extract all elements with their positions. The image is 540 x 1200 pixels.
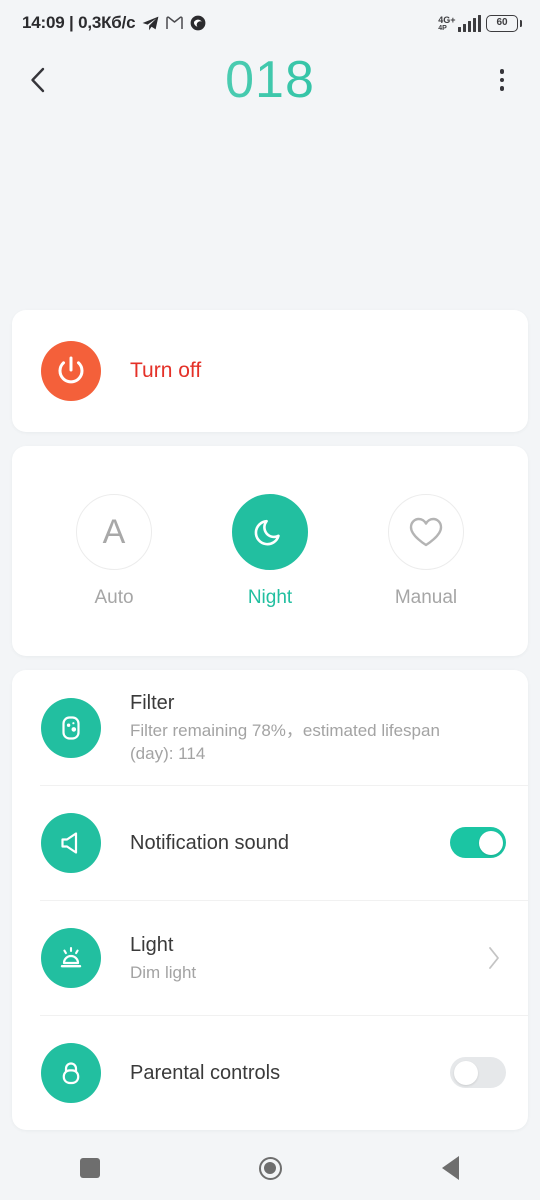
nav-back-button[interactable]	[360, 1156, 540, 1180]
turn-off-card[interactable]: Turn off	[12, 310, 528, 432]
setting-subtitle-light: Dim light	[130, 962, 197, 982]
app-bar: 018	[0, 46, 540, 114]
setting-title-light: Light	[130, 933, 174, 956]
power-icon	[41, 341, 101, 401]
setting-title-filter: Filter	[130, 692, 175, 714]
status-clock: 14:09 | 0,3Кб/с	[22, 13, 136, 32]
mode-label-manual: Manual	[394, 586, 458, 608]
page-title: 018	[0, 52, 540, 108]
chevron-right-icon[interactable]	[482, 946, 506, 970]
status-bar: 14:09 | 0,3Кб/с 4G+ 4P 60	[0, 0, 540, 46]
setting-subtitle-filter: Filter remaining 78%，estimated lifespan …	[130, 721, 440, 763]
setting-text-parental-controls: Parental controls	[130, 1060, 450, 1086]
network-gen-text: 4G+	[438, 14, 456, 25]
setting-title-parental-controls: Parental controls	[130, 1061, 281, 1084]
mode-option-night[interactable]: Night	[215, 493, 325, 609]
turn-off-label: Turn off	[130, 359, 202, 382]
nav-home-button[interactable]	[180, 1156, 360, 1180]
brightness-icon	[41, 927, 101, 988]
circle-icon	[258, 1156, 282, 1180]
nav-recents-button[interactable]	[0, 1158, 180, 1178]
setting-row-light[interactable]: Light Dim light	[12, 900, 528, 1015]
mode-option-manual[interactable]: Manual	[371, 493, 481, 609]
lock-icon	[41, 1042, 101, 1103]
moon-icon	[232, 493, 308, 570]
gmail-icon	[166, 16, 184, 30]
square-icon	[80, 1158, 100, 1178]
app-icon	[190, 15, 206, 31]
setting-text-filter: Filter Filter remaining 78%，estimated li…	[130, 690, 506, 765]
settings-card: Filter Filter remaining 78%，estimated li…	[12, 670, 528, 1130]
mode-label-night: Night	[247, 586, 293, 608]
telegram-icon	[142, 16, 159, 31]
signal-indicator: 4G+ 4P	[438, 14, 481, 32]
battery-level-text: 60	[496, 17, 508, 28]
setting-row-notification-sound[interactable]: Notification sound	[12, 785, 528, 900]
mode-option-auto[interactable]: A Auto	[59, 493, 169, 609]
mode-selector-card: A Auto Night Manual	[12, 446, 528, 656]
battery-icon: 60	[486, 14, 522, 32]
network-type-label: 4G+ 4P	[438, 14, 456, 32]
setting-title-notification-sound: Notification sound	[130, 831, 289, 854]
chevron-left-icon	[31, 67, 45, 93]
mode-label-auto: Auto	[94, 586, 134, 608]
heart-icon	[388, 493, 464, 570]
more-vertical-icon[interactable]	[484, 62, 520, 98]
status-bar-right: 4G+ 4P 60	[438, 14, 522, 32]
triangle-back-icon	[441, 1156, 459, 1180]
main-content: Turn off A Auto Night Manual Filter Filt…	[0, 310, 540, 1130]
letter-a-icon: A	[76, 493, 152, 570]
setting-text-notification-sound: Notification sound	[130, 830, 450, 856]
setting-row-filter[interactable]: Filter Filter remaining 78%，estimated li…	[12, 670, 528, 785]
filter-icon	[41, 697, 101, 758]
network-sub-text: 4P	[438, 24, 447, 32]
speaker-icon	[41, 812, 101, 873]
back-button[interactable]	[28, 62, 64, 98]
setting-text-light: Light Dim light	[130, 932, 482, 984]
toggle-parental-controls[interactable]	[450, 1057, 506, 1088]
android-nav-bar	[0, 1136, 540, 1200]
status-bar-left: 14:09 | 0,3Кб/с	[22, 13, 206, 33]
setting-row-parental-controls[interactable]: Parental controls	[12, 1015, 528, 1130]
signal-bars-icon	[457, 14, 481, 32]
toggle-notification-sound[interactable]	[450, 827, 506, 858]
